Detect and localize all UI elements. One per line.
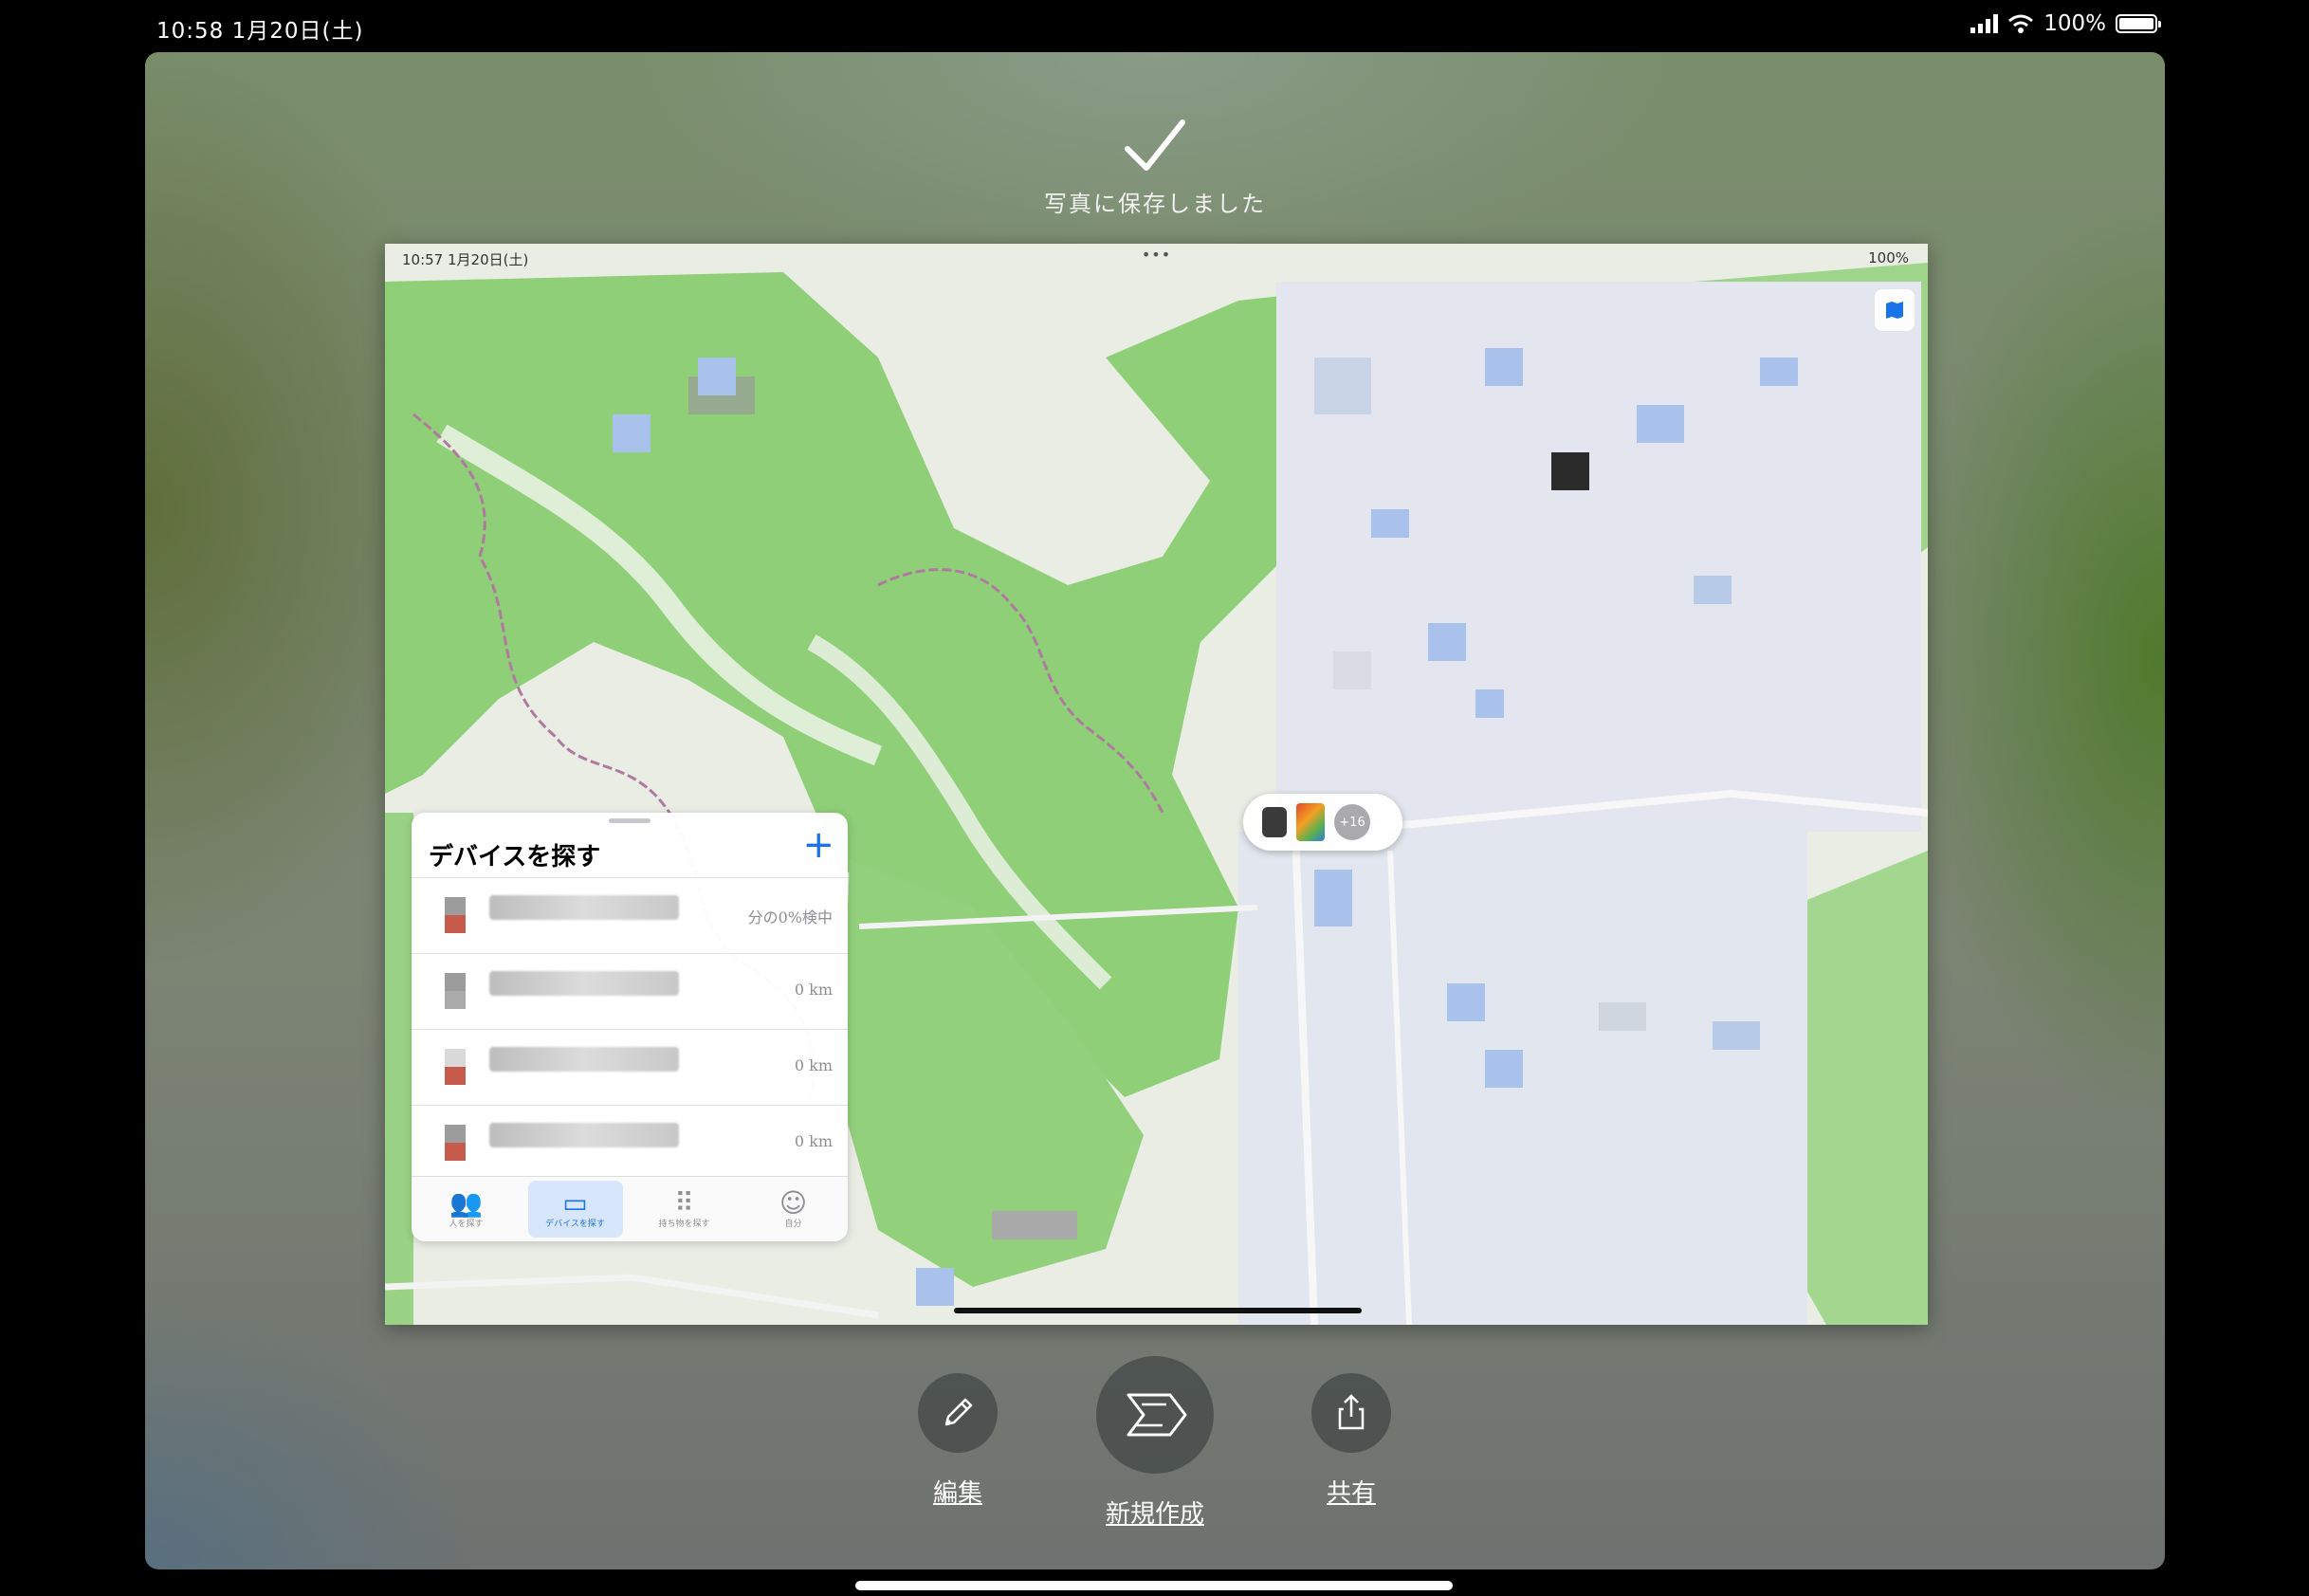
find-devices-panel: デバイスを探す + 分の0%検中 0 km 0 km 0 km 👥 人を探す ▭… [412, 813, 848, 1241]
tab-label: 人を探す [449, 1219, 484, 1229]
new-button[interactable] [1096, 1356, 1214, 1474]
items-icon: ⠿ [674, 1186, 694, 1219]
panel-tab-bar: 👥 人を探す ▭ デバイスを探す ⠿ 持ち物を探す ☺ 自分 [412, 1176, 848, 1241]
me-icon: ☺ [779, 1186, 808, 1219]
device-icon [445, 973, 466, 1009]
share-button[interactable] [1311, 1373, 1391, 1453]
device-icon [445, 1125, 466, 1161]
status-bar: 10:58 1月20日(土) 100% [0, 0, 2309, 52]
saved-message: 写真に保存しました [1044, 191, 1266, 217]
freeform-icon [1127, 1393, 1187, 1437]
tab-me[interactable]: ☺ 自分 [746, 1181, 841, 1238]
status-time-date: 10:58 1月20日(土) [156, 19, 364, 44]
tab-items[interactable]: ⠿ 持ち物を探す [637, 1181, 732, 1238]
screenshot-preview[interactable]: 10:57 1月20日(土) ••• 100% +16 デバイスを探す + 分の… [385, 244, 1928, 1325]
tab-devices[interactable]: ▭ デバイスを探す [527, 1181, 623, 1238]
battery-percent: 100% [2043, 11, 2106, 36]
device-name-redacted [489, 971, 679, 996]
device-row[interactable]: 0 km [412, 1029, 848, 1106]
screenshot-sheet: 写真に保存しました 10:57 1月20日(土) ••• 100% +16 デバ… [145, 52, 2165, 1569]
device-name-redacted [489, 1123, 679, 1147]
device-row[interactable]: 0 km [412, 953, 848, 1030]
share-action[interactable]: 共有 [1311, 1373, 1391, 1509]
map-icon [1886, 302, 1903, 319]
preview-status-bar: 10:57 1月20日(土) ••• 100% [385, 244, 1928, 270]
new-action[interactable]: 新規作成 [1096, 1356, 1214, 1530]
tab-label: デバイスを探す [545, 1219, 605, 1229]
action-bar: 編集 新規作成 共有 [145, 1356, 2165, 1565]
device-cluster-pin[interactable]: +16 [1243, 794, 1402, 851]
device-icon [445, 897, 466, 933]
share-icon [1338, 1394, 1365, 1430]
devices-icon: ▭ [562, 1186, 588, 1219]
checkmark-icon [145, 119, 2165, 175]
preview-status-time: 10:57 1月20日(土) [402, 251, 529, 268]
device-distance: 0 km [794, 981, 833, 999]
map-mode-button[interactable] [1875, 289, 1915, 331]
edit-label: 編集 [932, 1479, 982, 1508]
ipad-icon [1296, 803, 1325, 841]
edit-action[interactable]: 編集 [918, 1373, 998, 1509]
status-right: 100% [1970, 11, 2161, 36]
home-indicator[interactable] [855, 1581, 1453, 1590]
wifi-icon [2008, 14, 2034, 33]
new-label: 新規作成 [1105, 1500, 1204, 1529]
preview-multitask-dots: ••• [1141, 246, 1172, 264]
edit-button[interactable] [918, 1373, 998, 1453]
share-label: 共有 [1326, 1479, 1376, 1508]
device-distance: 0 km [794, 1056, 833, 1074]
device-icon [445, 1049, 466, 1085]
device-row[interactable]: 0 km [412, 1105, 848, 1182]
panel-title: デバイスを探す [429, 843, 601, 871]
add-device-button[interactable]: + [802, 826, 834, 864]
device-distance: 0 km [794, 1132, 833, 1150]
watch-icon [1262, 807, 1287, 837]
cluster-count: +16 [1334, 804, 1370, 840]
device-name-redacted [489, 895, 679, 920]
tab-label: 持ち物を探す [658, 1219, 710, 1229]
device-name-redacted [489, 1047, 679, 1072]
tab-label: 自分 [784, 1219, 802, 1229]
device-row[interactable]: 分の0%検中 [412, 877, 848, 954]
preview-status-battery: 100% [1868, 249, 1909, 266]
saved-toast: 写真に保存しました [145, 119, 2165, 218]
pencil-icon [944, 1398, 973, 1426]
panel-grabber[interactable] [609, 818, 651, 823]
tab-people[interactable]: 👥 人を探す [419, 1181, 514, 1238]
device-distance: 分の0%検中 [747, 908, 833, 926]
people-icon: 👥 [449, 1186, 483, 1219]
preview-home-indicator [954, 1308, 1362, 1313]
battery-icon [2116, 14, 2161, 33]
cellular-signal-icon [1970, 14, 1999, 33]
